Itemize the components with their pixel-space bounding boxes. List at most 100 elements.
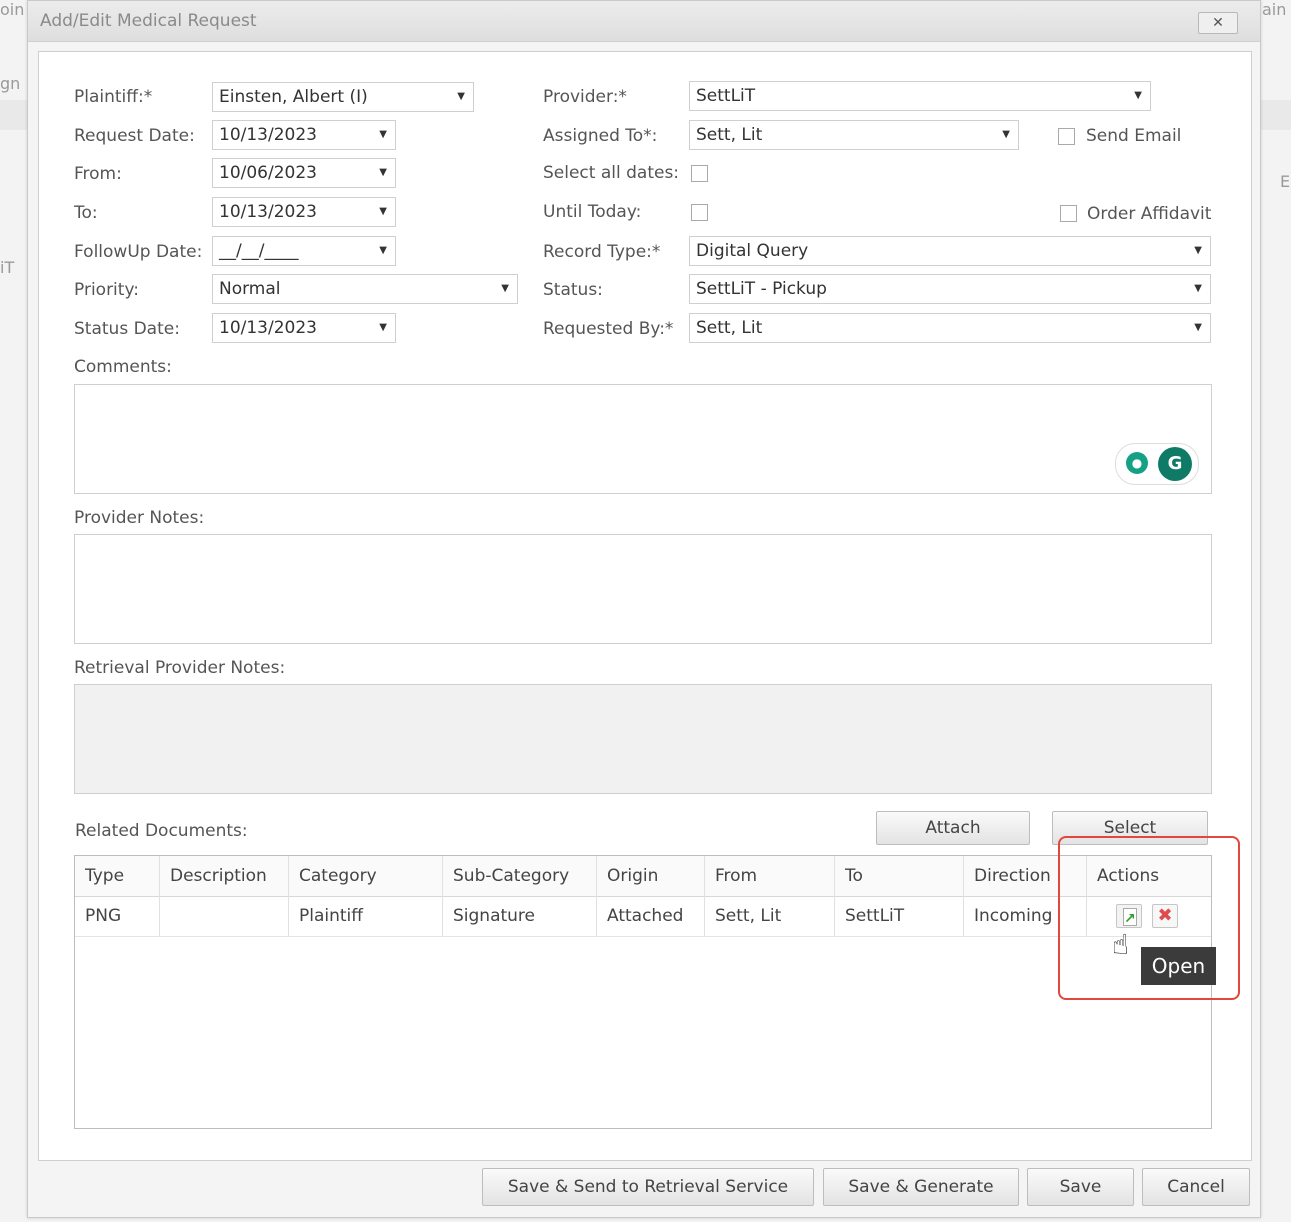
chevron-down-icon: ▼ [379,206,387,217]
select-all-dates-checkbox[interactable] [691,165,708,182]
dialog-title: Add/Edit Medical Request [40,11,257,31]
request-date-value: 10/13/2023 [219,125,317,145]
chevron-down-icon: ▼ [379,167,387,178]
request-date-label: Request Date: [74,126,195,146]
request-date-field[interactable]: 10/13/2023 ▼ [212,120,396,150]
chevron-down-icon: ▼ [379,245,387,256]
chevron-down-icon: ▼ [1194,283,1202,294]
column-header[interactable]: Sub-Category [443,856,597,896]
table-cell: Signature [443,896,597,936]
related-documents-label: Related Documents: [75,821,248,841]
status-date-field[interactable]: 10/13/2023 ▼ [212,313,396,343]
status-date-value: 10/13/2023 [219,318,317,338]
save-generate-button[interactable]: Save & Generate [823,1168,1019,1206]
chevron-down-icon: ▼ [1002,129,1010,140]
table-cell: Sett, Lit [705,896,835,936]
chevron-down-icon: ▼ [1194,245,1202,256]
order-affidavit-label: Order Affidavit [1087,204,1212,224]
close-button[interactable]: ✕ [1198,12,1238,34]
from-date-value: 10/06/2023 [219,163,317,183]
background-text: E [1280,172,1291,191]
lightbulb-icon[interactable]: ● [1126,452,1148,474]
to-date-value: 10/13/2023 [219,202,317,222]
record-type-value: Digital Query [696,241,809,261]
order-affidavit-checkbox[interactable] [1060,205,1077,222]
chevron-down-icon: ▼ [1194,322,1202,333]
retrieval-provider-notes-label: Retrieval Provider Notes: [74,658,286,678]
background-strip [1259,100,1291,130]
record-type-select[interactable]: Digital Query ▼ [689,236,1211,266]
chevron-down-icon: ▼ [457,91,465,102]
comments-label: Comments: [74,357,172,377]
provider-select[interactable]: SettLiT ▼ [689,81,1151,111]
background-text: ain [1262,0,1287,19]
column-header[interactable]: Type [75,856,160,896]
status-date-label: Status Date: [74,319,180,339]
requested-by-select[interactable]: Sett, Lit ▼ [689,313,1211,343]
status-select[interactable]: SettLiT - Pickup ▼ [689,274,1211,304]
status-value: SettLiT - Pickup [696,279,827,299]
select-all-dates-label: Select all dates: [543,163,680,183]
grammarly-icon[interactable]: G [1158,447,1192,481]
until-today-label: Until Today: [543,202,642,222]
documents-table: Type Description Category Sub-Category O… [74,855,1212,1129]
cancel-button[interactable]: Cancel [1142,1168,1250,1206]
highlight-box [1058,836,1240,1000]
table-cell: Attached [597,896,705,936]
assigned-to-select[interactable]: Sett, Lit ▼ [689,120,1019,150]
chevron-down-icon: ▼ [501,283,509,294]
plaintiff-label: Plaintiff:* [74,87,153,107]
chevron-down-icon: ▼ [1134,90,1142,101]
from-label: From: [74,164,122,184]
followup-date-field[interactable]: __/__/____ ▼ [212,236,396,266]
comments-textarea[interactable]: ● G [74,384,1212,494]
followup-date-label: FollowUp Date: [74,242,203,262]
plaintiff-value: Einsten, Albert (I) [219,87,368,107]
followup-date-value: __/__/____ [219,241,299,261]
save-send-retrieval-button[interactable]: Save & Send to Retrieval Service [482,1168,814,1206]
table-header: Type Description Category Sub-Category O… [75,856,1211,897]
retrieval-provider-notes-textarea [74,684,1212,794]
attach-button[interactable]: Attach [876,811,1030,845]
column-header[interactable]: Description [160,856,289,896]
provider-notes-textarea[interactable] [74,534,1212,644]
assigned-to-label: Assigned To*: [543,126,658,146]
priority-select[interactable]: Normal ▼ [212,274,518,304]
background-text: oin [0,0,25,19]
background-strip [0,100,27,130]
priority-label: Priority: [74,280,139,300]
send-email-label: Send Email [1086,126,1182,146]
to-label: To: [74,203,98,223]
plaintiff-select[interactable]: Einsten, Albert (I) ▼ [212,82,474,112]
column-header[interactable]: Category [289,856,443,896]
provider-label: Provider:* [543,87,627,107]
from-date-field[interactable]: 10/06/2023 ▼ [212,158,396,188]
close-icon: ✕ [1212,15,1224,31]
table-cell: SettLiT [835,896,964,936]
grammarly-widget[interactable]: ● G [1115,443,1199,485]
status-label: Status: [543,280,603,300]
column-header[interactable]: Origin [597,856,705,896]
table-cell: Plaintiff [289,896,443,936]
send-email-checkbox[interactable] [1058,128,1075,145]
priority-value: Normal [219,279,281,299]
requested-by-value: Sett, Lit [696,318,763,338]
table-cell: PNG [75,896,160,936]
column-header[interactable]: To [835,856,964,896]
provider-notes-label: Provider Notes: [74,508,205,528]
table-row[interactable]: PNG Plaintiff Signature Attached Sett, L… [75,896,1211,937]
background-text: iT [0,258,15,277]
until-today-checkbox[interactable] [691,204,708,221]
assigned-to-value: Sett, Lit [696,125,763,145]
chevron-down-icon: ▼ [379,322,387,333]
dialog-titlebar[interactable]: Add/Edit Medical Request ✕ [28,1,1260,42]
background-text: gn [0,74,21,93]
requested-by-label: Requested By:* [543,319,674,339]
chevron-down-icon: ▼ [379,129,387,140]
save-button[interactable]: Save [1027,1168,1134,1206]
table-cell [160,896,289,936]
provider-value: SettLiT [696,86,756,106]
column-header[interactable]: From [705,856,835,896]
to-date-field[interactable]: 10/13/2023 ▼ [212,197,396,227]
record-type-label: Record Type:* [543,242,661,262]
